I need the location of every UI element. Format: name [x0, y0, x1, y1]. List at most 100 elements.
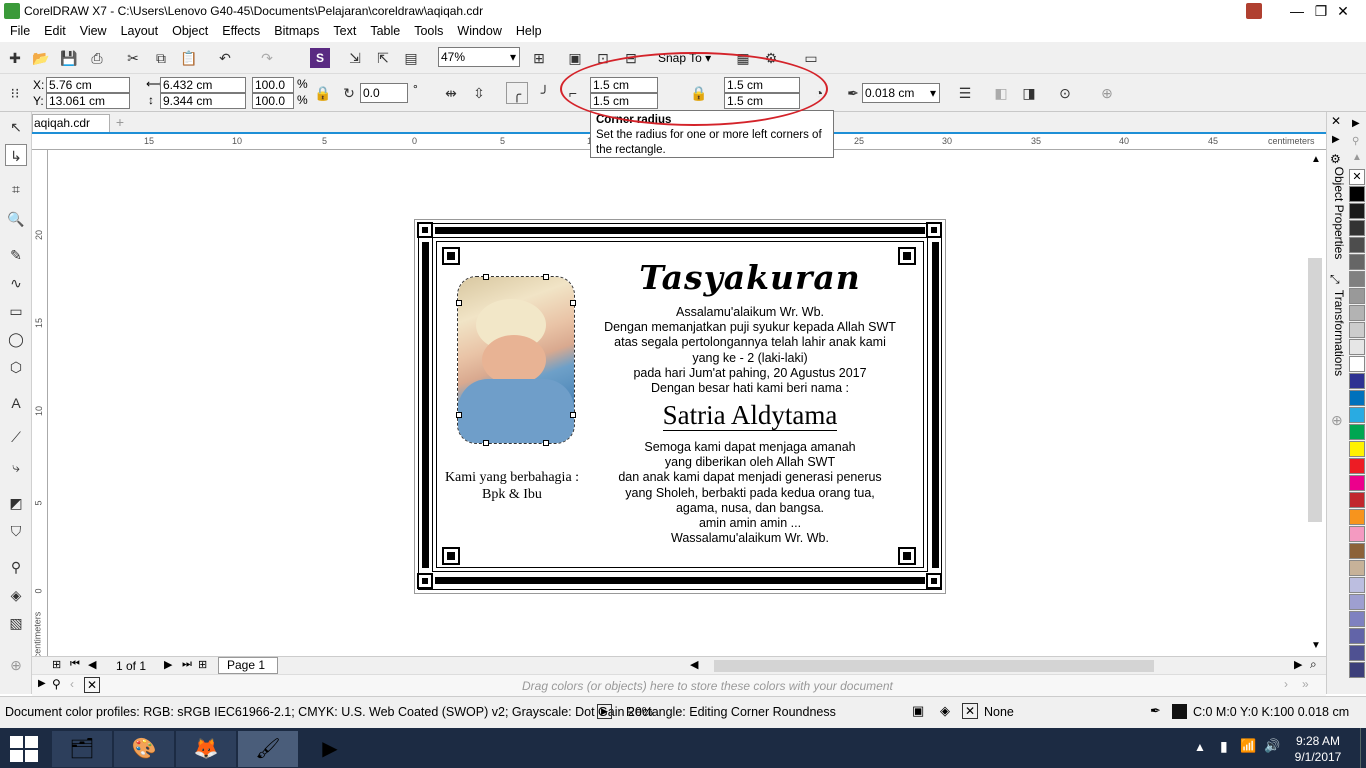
- paste-icon[interactable]: 📋: [178, 47, 200, 69]
- import-icon[interactable]: ⇲: [344, 47, 366, 69]
- card-heading[interactable]: Tasyakuran: [580, 258, 920, 297]
- open-folder-icon[interactable]: 📂: [30, 47, 52, 69]
- polygon-tool-icon[interactable]: ⬡: [5, 356, 27, 378]
- print-icon[interactable]: ⎙: [86, 47, 108, 69]
- taskbar-clock[interactable]: 9:28 AM 9/1/2017: [1288, 733, 1348, 765]
- color-swatch[interactable]: [1349, 305, 1365, 321]
- artistic-media-tool-icon[interactable]: ∿: [5, 272, 27, 294]
- add-icon[interactable]: ⊕: [1096, 82, 1118, 104]
- add-tool-icon[interactable]: ⊕: [5, 654, 27, 676]
- cut-icon[interactable]: ✂: [122, 47, 144, 69]
- color-swatch[interactable]: [1349, 322, 1365, 338]
- color-swatch[interactable]: [1349, 373, 1365, 389]
- menu-table[interactable]: Table: [363, 22, 407, 40]
- paint-icon[interactable]: 🎨: [114, 731, 174, 767]
- corel-connect-icon[interactable]: S: [310, 48, 330, 68]
- to-front-icon[interactable]: ◧: [990, 82, 1012, 104]
- scale-x-input[interactable]: 100.0: [252, 77, 294, 93]
- ellipse-tool-icon[interactable]: ◯: [5, 328, 27, 350]
- first-page-icon[interactable]: ⏮: [70, 658, 80, 671]
- no-color-swatch-icon[interactable]: ✕: [84, 677, 100, 693]
- new-tab-icon[interactable]: +: [112, 114, 128, 130]
- corner-node[interactable]: [483, 440, 489, 446]
- close-button[interactable]: ✕: [1320, 0, 1366, 22]
- menu-edit[interactable]: Edit: [37, 22, 73, 40]
- card-from-block[interactable]: Kami yang berbahagia : Bpk & Ibu: [432, 469, 592, 503]
- color-profiles-status[interactable]: Document color profiles: RGB: sRGB IEC61…: [5, 705, 653, 719]
- color-swatch[interactable]: [1349, 186, 1365, 202]
- color-swatch[interactable]: [1349, 407, 1365, 423]
- menu-tools[interactable]: Tools: [407, 22, 450, 40]
- copy-icon[interactable]: ⧉: [150, 47, 172, 69]
- crop-tool-icon[interactable]: ⌗: [5, 178, 27, 200]
- zoom-navigator-icon[interactable]: ⌕: [1310, 657, 1317, 672]
- outline-width-select[interactable]: 0.018 cm ▾: [862, 83, 940, 103]
- last-page-icon[interactable]: ⏭: [182, 658, 192, 671]
- palette-expand-icon[interactable]: »: [1302, 677, 1309, 691]
- palette-scroll-right-icon[interactable]: ›: [1284, 677, 1288, 691]
- menu-text[interactable]: Text: [326, 22, 363, 40]
- corner-node[interactable]: [543, 440, 549, 446]
- rotate-icon[interactable]: ↻: [338, 82, 360, 104]
- width-input[interactable]: 6.432 cm: [160, 77, 246, 93]
- color-swatch[interactable]: [1349, 628, 1365, 644]
- corner-node[interactable]: [456, 412, 462, 418]
- color-swatch[interactable]: [1349, 509, 1365, 525]
- color-swatch[interactable]: [1349, 611, 1365, 627]
- new-document-icon[interactable]: ✚: [4, 47, 26, 69]
- media-player-icon[interactable]: ▶: [300, 731, 360, 767]
- color-swatch[interactable]: [1349, 220, 1365, 236]
- color-swatch[interactable]: [1349, 237, 1365, 253]
- mirror-vertical-icon[interactable]: ⇳: [468, 82, 490, 104]
- transparency-tool-icon[interactable]: ⛉: [5, 520, 27, 542]
- convert-to-curves-icon[interactable]: ⊙: [1054, 82, 1076, 104]
- shape-tool-icon[interactable]: ↳: [5, 144, 27, 166]
- corner-node[interactable]: [456, 300, 462, 306]
- eyedropper-icon[interactable]: ⚲: [52, 677, 61, 691]
- color-swatch[interactable]: [1349, 543, 1365, 559]
- application-launcher-icon[interactable]: ▭: [800, 47, 822, 69]
- zoom-level-select[interactable]: 47% ▾: [438, 47, 520, 67]
- connector-tool-icon[interactable]: ⤷: [5, 456, 27, 478]
- color-swatch[interactable]: [1349, 271, 1365, 287]
- palette-menu-icon[interactable]: ▶: [38, 678, 46, 689]
- color-swatch[interactable]: [1349, 526, 1365, 542]
- page-tab[interactable]: Page 1: [218, 657, 278, 674]
- menu-object[interactable]: Object: [165, 22, 215, 40]
- full-screen-icon[interactable]: ▣: [564, 47, 586, 69]
- status-play-icon[interactable]: ▶: [597, 704, 612, 719]
- add-page-after-icon[interactable]: ⊞: [198, 658, 207, 671]
- smart-fill-tool-icon[interactable]: ▧: [5, 612, 27, 634]
- scalloped-corner-icon[interactable]: ╯: [534, 82, 556, 104]
- scroll-down-icon[interactable]: ▼: [1311, 640, 1321, 651]
- color-swatch[interactable]: [1349, 492, 1365, 508]
- publish-pdf-icon[interactable]: ▤: [400, 47, 422, 69]
- scroll-right-icon[interactable]: ▶: [1294, 658, 1302, 671]
- palette-scroll-up-icon[interactable]: ▲: [1352, 152, 1362, 163]
- show-desktop-button[interactable]: [1360, 728, 1366, 768]
- corner-node[interactable]: [570, 412, 576, 418]
- scroll-left-icon[interactable]: ◀: [690, 658, 698, 671]
- object-properties-tab[interactable]: Object Properties: [1332, 165, 1346, 261]
- interactive-fill-tool-icon[interactable]: ◈: [5, 584, 27, 606]
- save-icon[interactable]: 💾: [58, 47, 80, 69]
- corner-node[interactable]: [543, 274, 549, 280]
- text-tool-icon[interactable]: A: [5, 392, 27, 414]
- color-swatch[interactable]: [1349, 254, 1365, 270]
- menu-help[interactable]: Help: [509, 22, 549, 40]
- color-swatch[interactable]: [1349, 645, 1365, 661]
- scroll-up-icon[interactable]: ▲: [1311, 154, 1321, 165]
- card-greeting-block[interactable]: Assalamu'alaikum Wr. Wb. Dengan memanjat…: [580, 305, 920, 396]
- color-swatch[interactable]: [1349, 662, 1365, 678]
- color-swatch[interactable]: [1349, 441, 1365, 457]
- x-position-input[interactable]: 5.76 cm: [46, 77, 130, 93]
- transformations-tab[interactable]: Transformations: [1332, 285, 1346, 381]
- user-icon[interactable]: [1246, 3, 1262, 19]
- show-hidden-icons-icon[interactable]: ▲: [1194, 740, 1206, 754]
- zoom-tool-icon[interactable]: 🔍: [5, 208, 27, 230]
- color-swatch[interactable]: [1349, 288, 1365, 304]
- previous-page-icon[interactable]: ◀: [88, 658, 96, 671]
- menu-layout[interactable]: Layout: [114, 22, 166, 40]
- no-color-swatch[interactable]: ✕: [1349, 169, 1365, 185]
- color-swatch[interactable]: [1349, 390, 1365, 406]
